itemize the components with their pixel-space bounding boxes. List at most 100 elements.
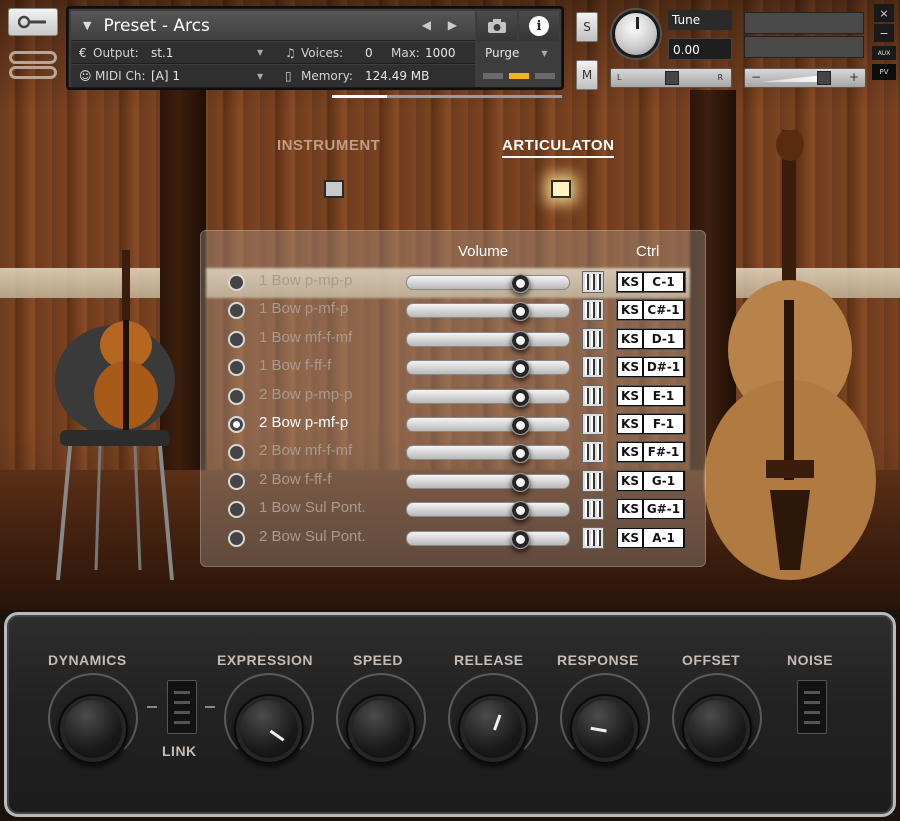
tab-instrument[interactable]: INSTRUMENT <box>277 137 380 154</box>
articulation-radio[interactable] <box>228 302 245 320</box>
midi-channel-value[interactable]: [A] 1 <box>151 65 180 87</box>
midi-dropdown-arrow-icon[interactable]: ▼ <box>257 65 263 87</box>
keyswitch-field[interactable]: KS C#-1 <box>616 299 686 322</box>
articulation-volume-slider[interactable] <box>406 387 570 407</box>
preset-menu-arrow-icon[interactable]: ▼ <box>83 19 91 32</box>
close-button[interactable]: × <box>874 4 894 22</box>
articulation-volume-slider[interactable] <box>406 359 570 379</box>
keyswitch-note[interactable]: F#-1 <box>644 443 683 462</box>
articulation-volume-slider[interactable] <box>406 416 570 435</box>
articulation-radio[interactable] <box>228 444 245 462</box>
minimize-button[interactable]: − <box>874 24 894 42</box>
response-knob[interactable] <box>570 694 640 764</box>
link-switch[interactable] <box>167 680 197 734</box>
articulation-radio[interactable] <box>228 416 245 433</box>
volume-slider-knob[interactable] <box>511 330 530 350</box>
articulation-radio[interactable] <box>228 330 245 348</box>
articulation-row[interactable]: 2 Bow Sul Pont. KS A-1 <box>220 526 690 550</box>
kontakt-logo[interactable] <box>8 48 58 82</box>
volume-slider-knob[interactable] <box>511 529 530 549</box>
noise-switch[interactable] <box>797 680 827 734</box>
articulation-row[interactable]: 2 Bow f-ff-f KS G-1 <box>220 469 690 493</box>
articulation-row[interactable]: 1 Bow p-mf-p KS C#-1 <box>220 298 690 322</box>
articulation-lamp-icon[interactable] <box>551 180 571 198</box>
articulation-radio[interactable] <box>228 529 245 547</box>
keyswitch-note[interactable]: G#-1 <box>644 500 683 519</box>
keyboard-icon[interactable] <box>582 526 604 549</box>
keyswitch-note[interactable]: C#-1 <box>644 301 683 320</box>
volume-slider-knob[interactable] <box>511 274 530 293</box>
articulation-row[interactable]: 1 Bow Sul Pont. KS G#-1 <box>220 497 690 521</box>
keyswitch-field[interactable]: KS D-1 <box>616 327 686 350</box>
keyswitch-field[interactable]: KS G#-1 <box>616 498 686 521</box>
solo-button[interactable]: S <box>576 12 598 42</box>
keyboard-icon[interactable] <box>582 356 604 379</box>
release-knob[interactable] <box>458 694 528 764</box>
dynamics-knob[interactable] <box>58 694 128 764</box>
articulation-row[interactable]: 2 Bow p-mf-p KS F-1 <box>220 412 690 436</box>
articulation-volume-slider[interactable] <box>406 501 570 521</box>
keyboard-icon[interactable] <box>582 384 604 407</box>
offset-knob[interactable] <box>682 694 752 764</box>
articulation-row[interactable]: 2 Bow p-mp-p KS E-1 <box>220 384 690 408</box>
articulation-volume-slider[interactable] <box>406 444 570 464</box>
output-dropdown-arrow-icon[interactable]: ▼ <box>257 42 263 64</box>
keyboard-icon[interactable] <box>582 327 604 350</box>
snapshot-button[interactable] <box>477 11 517 41</box>
keyboard-icon[interactable] <box>582 271 604 293</box>
aux-button[interactable]: AUX <box>872 46 896 60</box>
expression-knob[interactable] <box>234 694 304 764</box>
tune-value-field[interactable]: 0.00 <box>668 38 732 60</box>
volume-slider-knob[interactable] <box>511 387 530 407</box>
keyswitch-field[interactable]: KS E-1 <box>616 384 686 407</box>
speed-knob[interactable] <box>346 694 416 764</box>
pv-button[interactable]: PV <box>872 64 896 80</box>
keyswitch-field[interactable]: KS F-1 <box>616 413 686 435</box>
keyboard-icon[interactable] <box>582 441 604 464</box>
purge-dropdown[interactable]: Purge ▼ <box>477 42 559 64</box>
next-preset-arrow-icon[interactable]: ▶ <box>448 18 457 32</box>
keyswitch-field[interactable]: KS C-1 <box>616 271 686 293</box>
articulation-volume-slider[interactable] <box>406 274 570 293</box>
volume-slider-knob[interactable] <box>511 444 530 464</box>
keyswitch-note[interactable]: E-1 <box>644 386 683 405</box>
wrench-button[interactable] <box>8 8 58 36</box>
articulation-row[interactable]: 1 Bow f-ff-f KS D#-1 <box>220 355 690 379</box>
output-value[interactable]: st.1 <box>151 42 173 64</box>
articulation-volume-slider[interactable] <box>406 330 570 350</box>
volume-slider-knob[interactable] <box>511 501 530 521</box>
articulation-radio[interactable] <box>228 501 245 519</box>
previous-preset-arrow-icon[interactable]: ◀ <box>422 18 431 32</box>
keyswitch-note[interactable]: F-1 <box>644 415 683 433</box>
articulation-volume-slider[interactable] <box>406 529 570 549</box>
pan-slider-thumb[interactable] <box>665 71 679 85</box>
volume-slider[interactable]: − + <box>744 68 866 88</box>
articulation-row[interactable]: 2 Bow mf-f-mf KS F#-1 <box>220 440 690 464</box>
articulation-volume-slider[interactable] <box>406 472 570 492</box>
articulation-radio[interactable] <box>228 274 245 291</box>
max-voices-value[interactable]: 1000 <box>425 42 456 64</box>
tab-articulation[interactable]: ARTICULATON <box>502 137 615 158</box>
preset-name[interactable]: Preset - Arcs <box>103 16 209 36</box>
volume-slider-knob[interactable] <box>511 302 530 322</box>
keyswitch-note[interactable]: D#-1 <box>644 358 683 377</box>
keyboard-icon[interactable] <box>582 413 604 435</box>
volume-slider-knob[interactable] <box>511 472 530 492</box>
keyswitch-field[interactable]: KS A-1 <box>616 526 686 549</box>
articulation-radio[interactable] <box>228 387 245 405</box>
articulation-row[interactable]: 1 Bow p-mp-p KS C-1 <box>220 270 690 294</box>
articulation-radio[interactable] <box>228 359 245 377</box>
volume-slider-knob[interactable] <box>511 416 530 435</box>
keyswitch-field[interactable]: KS D#-1 <box>616 356 686 379</box>
keyswitch-field[interactable]: KS F#-1 <box>616 441 686 464</box>
mute-button[interactable]: M <box>576 60 598 90</box>
tune-knob[interactable] <box>612 10 660 58</box>
volume-slider-thumb[interactable] <box>817 71 831 85</box>
keyswitch-field[interactable]: KS G-1 <box>616 469 686 492</box>
articulation-radio[interactable] <box>228 472 245 490</box>
info-button[interactable]: i <box>519 11 559 41</box>
volume-slider-knob[interactable] <box>511 359 530 379</box>
pan-slider[interactable]: L R <box>610 68 732 88</box>
keyswitch-note[interactable]: C-1 <box>644 273 683 291</box>
keyswitch-note[interactable]: D-1 <box>644 329 683 348</box>
